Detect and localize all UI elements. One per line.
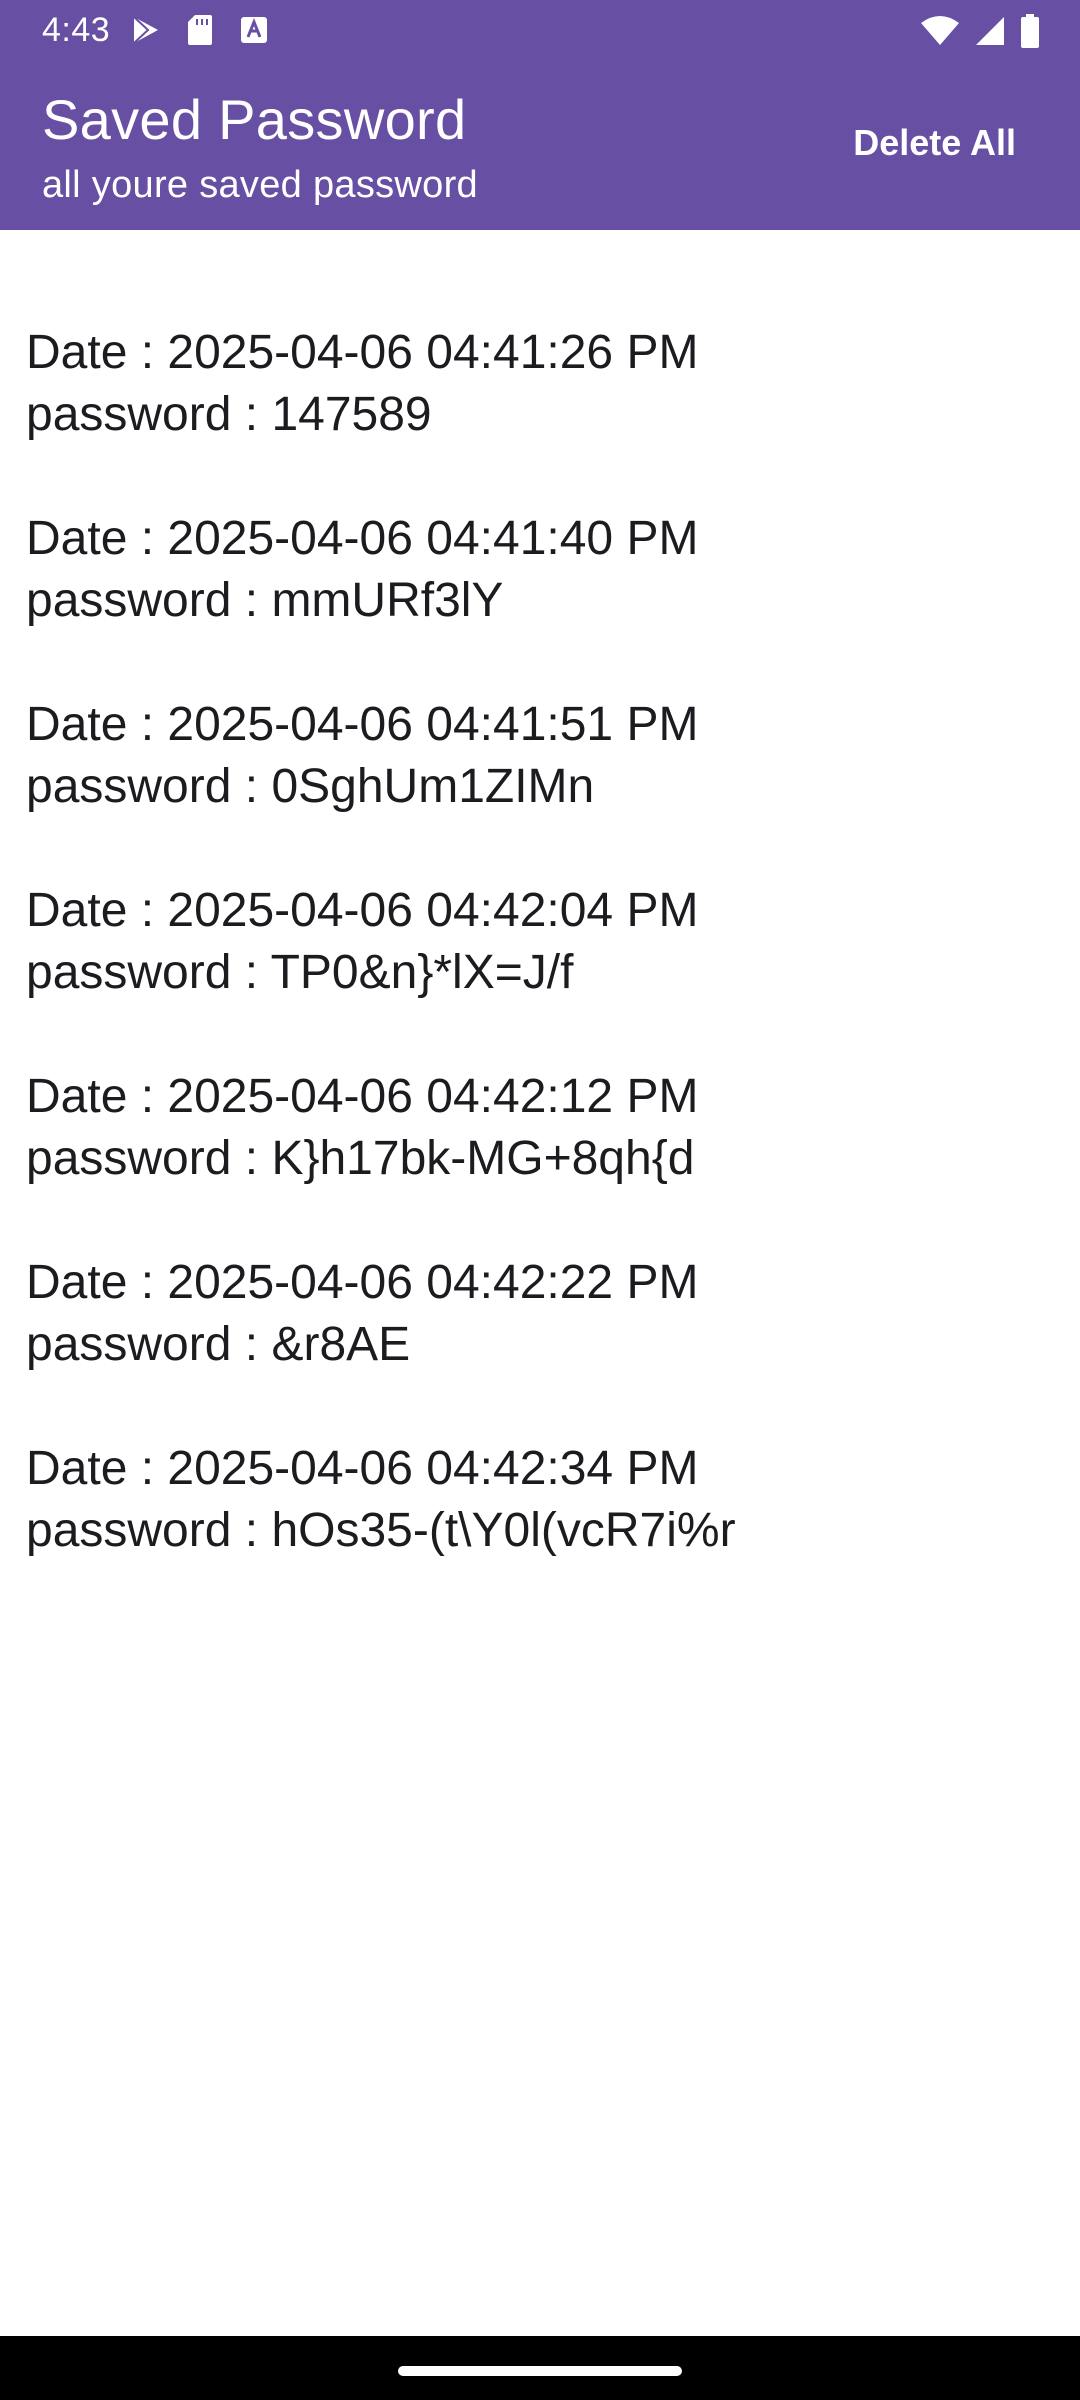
list-item: Date : 2025-04-06 04:42:34 PM password :… xyxy=(26,1438,1046,1562)
entry-date: Date : 2025-04-06 04:42:12 PM xyxy=(26,1070,699,1123)
entry-date: Date : 2025-04-06 04:41:40 PM xyxy=(26,512,699,565)
app-bar: Saved Password all youre saved password … xyxy=(0,62,1080,230)
entry-password: password : &r8AE xyxy=(26,1318,411,1371)
play-store-icon xyxy=(130,14,162,46)
keyboard-a-icon xyxy=(238,14,270,46)
delete-all-button[interactable]: Delete All xyxy=(853,122,1016,164)
home-gesture-handle[interactable] xyxy=(398,2366,682,2376)
entry-password: password : hOs35-(t\Y0l(vcR7i%r xyxy=(26,1504,736,1557)
list-item: Date : 2025-04-06 04:42:04 PM password :… xyxy=(26,880,1046,1004)
entry-password: password : mmURf3lY xyxy=(26,574,504,627)
entry-password: password : 0SghUm1ZIMn xyxy=(26,760,595,813)
page-title: Saved Password xyxy=(42,88,467,151)
list-item: Date : 2025-04-06 04:41:51 PM password :… xyxy=(26,694,1046,818)
list-item: Date : 2025-04-06 04:42:22 PM password :… xyxy=(26,1252,1046,1376)
status-bar: 4:43 xyxy=(0,0,1080,62)
entry-date: Date : 2025-04-06 04:42:22 PM xyxy=(26,1256,699,1309)
screen: 4:43 Saved Password all youre saved pass… xyxy=(0,0,1080,2400)
page-subtitle: all youre saved password xyxy=(42,164,478,206)
password-list: Date : 2025-04-06 04:41:26 PM password :… xyxy=(26,322,1046,1624)
entry-password: password : TP0&n}*lX=J/f xyxy=(26,946,574,999)
sd-card-icon xyxy=(184,14,216,46)
signal-icon xyxy=(974,15,1006,52)
entry-date: Date : 2025-04-06 04:41:26 PM xyxy=(26,326,699,379)
list-item: Date : 2025-04-06 04:42:12 PM password :… xyxy=(26,1066,1046,1190)
entry-date: Date : 2025-04-06 04:41:51 PM xyxy=(26,698,699,751)
wifi-icon xyxy=(920,15,960,52)
status-left-icons xyxy=(130,14,270,46)
list-item: Date : 2025-04-06 04:41:40 PM password :… xyxy=(26,508,1046,632)
entry-password: password : 147589 xyxy=(26,388,432,441)
status-time: 4:43 xyxy=(42,11,111,49)
list-item: Date : 2025-04-06 04:41:26 PM password :… xyxy=(26,322,1046,446)
entry-date: Date : 2025-04-06 04:42:04 PM xyxy=(26,884,699,937)
battery-icon xyxy=(1020,14,1040,53)
entry-password: password : K}h17bk-MG+8qh{d xyxy=(26,1132,695,1185)
status-right-icons xyxy=(920,14,1040,53)
entry-date: Date : 2025-04-06 04:42:34 PM xyxy=(26,1442,699,1495)
